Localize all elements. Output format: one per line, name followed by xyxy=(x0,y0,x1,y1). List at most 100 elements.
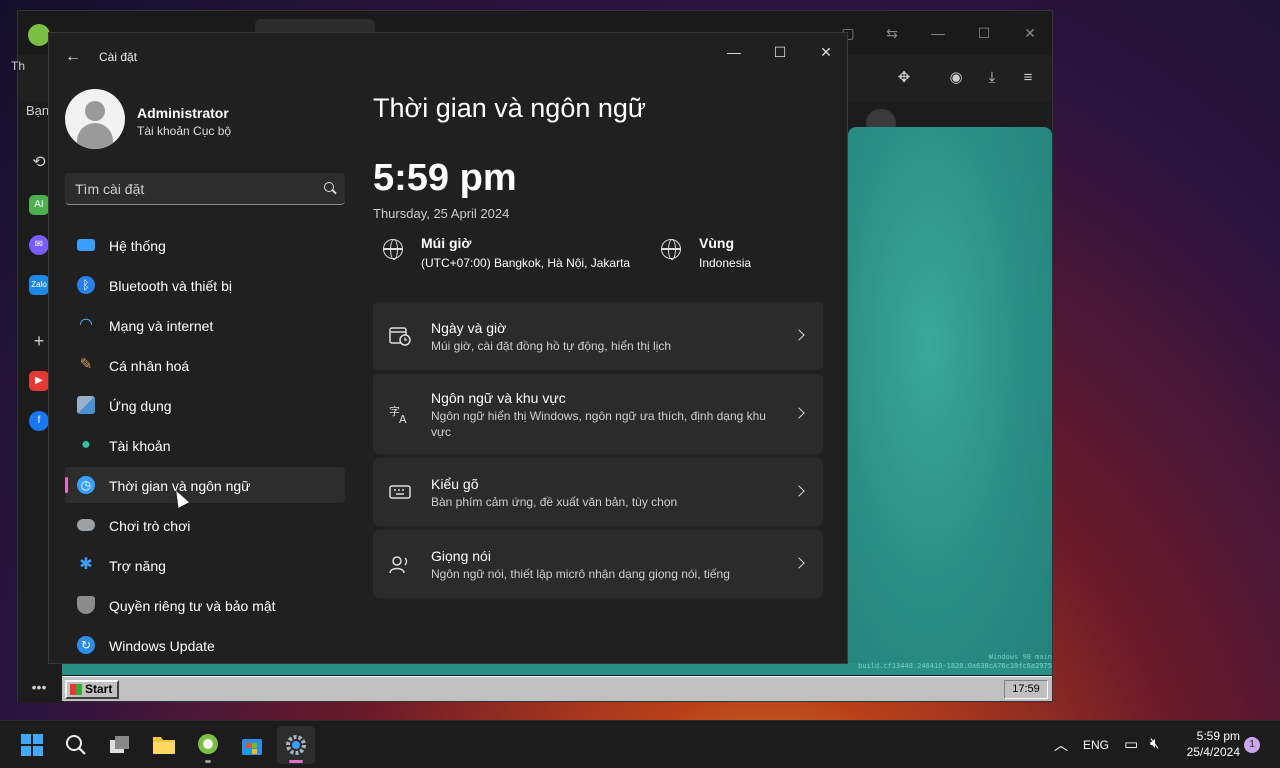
messenger-icon[interactable]: ✉ xyxy=(29,235,49,255)
search-input[interactable] xyxy=(65,173,305,204)
search-icon[interactable] xyxy=(323,181,337,195)
time-language-icon: ◷ xyxy=(77,476,95,494)
youtube-icon[interactable]: ▶ xyxy=(29,371,49,391)
tray-chevron-up-icon[interactable]: ︿ xyxy=(1054,735,1068,755)
card-title: Giọng nói xyxy=(431,548,491,564)
user-profile[interactable]: Administrator Tài khoản Cục bộ xyxy=(65,89,355,153)
taskbar-search-button[interactable] xyxy=(57,726,95,764)
add-icon[interactable]: + xyxy=(29,331,49,351)
settings-taskbar-button[interactable] xyxy=(277,726,315,764)
coc-coc-browser-button[interactable] xyxy=(189,726,227,764)
start-icon xyxy=(21,734,43,756)
extensions-icon[interactable]: ✥ xyxy=(894,68,914,88)
sidebar-item-label: Quyền riêng tư và bảo mật xyxy=(109,598,276,614)
sidebar-item-bluetooth[interactable]: ᛒ Bluetooth và thiết bị xyxy=(65,267,345,303)
settings-icon xyxy=(286,735,306,755)
sidebar-item-label: Cá nhân hoá xyxy=(109,358,190,374)
calendar-clock-icon xyxy=(389,326,411,346)
file-explorer-icon xyxy=(153,737,175,754)
sidebar-item-windows-update[interactable]: ↻ Windows Update xyxy=(65,627,345,663)
sidebar-item-accounts[interactable]: ● Tài khoản xyxy=(65,427,345,463)
bluetooth-icon: ᛒ xyxy=(77,276,95,294)
timezone-info: Múi giờ (UTC+07:00) Bangkok, Hà Nội, Jak… xyxy=(383,233,643,273)
timezone-value: (UTC+07:00) Bangkok, Hà Nội, Jakarta xyxy=(421,256,631,270)
svg-text:A: A xyxy=(399,413,407,424)
card-typing[interactable]: Kiểu gõ Bàn phím cảm ứng, đề xuất văn bả… xyxy=(373,458,823,526)
window-title: Cài đặt xyxy=(99,50,138,64)
region-value: Indonesia xyxy=(699,256,752,270)
browser-maximize-icon[interactable]: ☐ xyxy=(976,25,992,41)
sidebar-item-time-language[interactable]: ◷ Thời gian và ngôn ngữ xyxy=(65,467,345,503)
browser-back-icon[interactable]: ⇆ xyxy=(884,25,900,41)
win98-clock: 17:59 xyxy=(1004,680,1048,699)
more-icon[interactable]: ••• xyxy=(29,677,49,697)
sidebar-item-system[interactable]: Hệ thống xyxy=(65,227,345,263)
network-icon[interactable]: ▭ xyxy=(1124,735,1138,753)
win98-taskbar: Start 17:59 xyxy=(62,676,1052,701)
settings-cards: Ngày và giờ Múi giờ, cài đặt đồng hồ tự … xyxy=(373,302,823,602)
coc-coc-browser-icon xyxy=(198,734,218,754)
card-language-region[interactable]: 字A Ngôn ngữ và khu vực Ngôn ngữ hiển thị… xyxy=(373,374,823,454)
card-title: Ngôn ngữ và khu vực xyxy=(431,390,566,406)
sidebar-item-label: Chơi trò chơi xyxy=(109,518,191,534)
emulator-desktop[interactable] xyxy=(848,127,1052,673)
start-button[interactable] xyxy=(13,726,51,764)
chevron-right-icon xyxy=(793,329,805,341)
chevron-right-icon xyxy=(793,485,805,497)
ai-icon[interactable]: AI xyxy=(29,195,49,215)
sidebar-item-label: Mạng và internet xyxy=(109,318,214,334)
task-view-button[interactable] xyxy=(101,726,139,764)
win98-start-button[interactable]: Start xyxy=(65,680,119,699)
coc-coc-logo-icon[interactable] xyxy=(28,24,50,46)
card-speech[interactable]: Giọng nói Ngôn ngữ nói, thiết lập micrô … xyxy=(373,530,823,598)
account-icon: ● xyxy=(81,436,91,453)
windows-taskbar: ︿ ENG ▭ 🔇︎ 5:59 pm 25/4/2024 1 xyxy=(0,720,1280,768)
sidebar-item-privacy[interactable]: Quyền riêng tư và bảo mật xyxy=(65,587,345,623)
download-icon[interactable]: ⤓ xyxy=(982,68,1002,88)
volume-muted-icon[interactable]: 🔇︎ xyxy=(1150,735,1159,752)
back-arrow-icon[interactable]: ← xyxy=(63,47,83,67)
region-info: Vùng Indonesia xyxy=(661,233,821,273)
history-icon[interactable]: ⟲ xyxy=(29,153,49,173)
taskbar-time[interactable]: 5:59 pm xyxy=(1190,729,1240,743)
notification-badge[interactable]: 1 xyxy=(1244,737,1260,753)
microsoft-store-button[interactable] xyxy=(233,726,271,764)
shield-icon xyxy=(77,596,95,614)
sidebar-item-label: Bluetooth và thiết bị xyxy=(109,278,232,294)
card-desc: Ngôn ngữ hiển thị Windows, ngôn ngữ ưa t… xyxy=(431,409,766,439)
sidebar-item-apps[interactable]: Ứng dụng xyxy=(65,387,345,423)
settings-nav: Hệ thống ᛒ Bluetooth và thiết bị ◠ Mạng … xyxy=(65,227,345,663)
speech-icon xyxy=(389,554,411,574)
avatar[interactable] xyxy=(65,89,125,149)
task-view-icon xyxy=(110,736,129,753)
facebook-icon[interactable]: f xyxy=(29,411,49,431)
input-language-indicator[interactable]: ENG xyxy=(1083,738,1109,752)
region-title: Vùng xyxy=(699,235,734,251)
sidebar-item-personalization[interactable]: ✎ Cá nhân hoá xyxy=(65,347,345,383)
profile-icon[interactable]: ◉ xyxy=(946,68,966,88)
globe-clock-icon xyxy=(383,239,403,260)
profile-account-type: Tài khoản Cục bộ xyxy=(137,124,232,138)
gamepad-icon xyxy=(77,519,95,531)
globe-icon xyxy=(661,239,681,260)
card-desc: Bàn phím cảm ứng, đề xuất văn bản, tùy c… xyxy=(431,495,678,509)
current-date: Thursday, 25 April 2024 xyxy=(373,206,510,221)
card-desc: Ngôn ngữ nói, thiết lập micrô nhận dạng … xyxy=(431,567,730,581)
current-time: 5:59 pm xyxy=(373,157,517,199)
file-explorer-button[interactable] xyxy=(145,726,183,764)
sidebar-item-accessibility[interactable]: ✱ Trợ năng xyxy=(65,547,345,583)
card-date-time[interactable]: Ngày và giờ Múi giờ, cài đặt đồng hồ tự … xyxy=(373,302,823,370)
accessibility-icon: ✱ xyxy=(79,556,93,573)
zalo-icon[interactable]: Zalo xyxy=(29,275,49,295)
sidebar-item-gaming[interactable]: Chơi trò chơi xyxy=(65,507,345,543)
settings-search[interactable] xyxy=(65,173,345,205)
browser-minimize-icon[interactable]: — xyxy=(930,25,946,41)
browser-close-icon[interactable]: ✕ xyxy=(1022,25,1038,41)
sidebar-item-label: Hệ thống xyxy=(109,238,166,254)
browser-fragment-2: Bạn xyxy=(26,103,50,118)
sidebar-item-network[interactable]: ◠ Mạng và internet xyxy=(65,307,345,343)
taskbar-date[interactable]: 25/4/2024 xyxy=(1176,745,1240,759)
card-desc: Múi giờ, cài đặt đồng hồ tự động, hiển t… xyxy=(431,339,672,353)
timezone-title: Múi giờ xyxy=(421,235,472,251)
menu-icon[interactable]: ≡ xyxy=(1018,68,1038,88)
